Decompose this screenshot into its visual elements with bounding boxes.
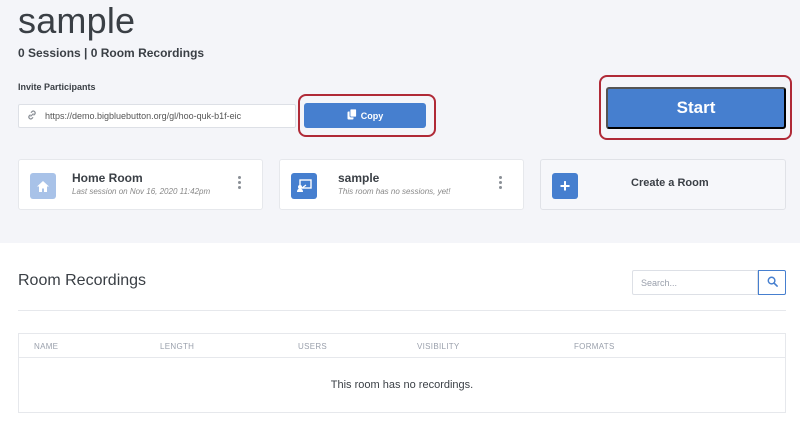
room-options-menu-icon[interactable] xyxy=(236,176,242,189)
create-room-label: Create a Room xyxy=(631,177,709,189)
room-card-subtitle: Last session on Nov 16, 2020 11:42pm xyxy=(72,187,211,196)
link-icon xyxy=(19,109,45,124)
column-header-visibility[interactable]: VISIBILITY xyxy=(417,342,460,351)
recordings-table-header: NAME LENGTH USERS VISIBILITY FORMATS xyxy=(19,334,785,358)
room-card-home[interactable]: Home Room Last session on Nov 16, 2020 1… xyxy=(18,159,263,210)
column-header-formats[interactable]: FORMATS xyxy=(574,342,615,351)
recordings-title: Room Recordings xyxy=(18,272,147,289)
start-button[interactable]: Start xyxy=(606,87,786,129)
invite-participants-label: Invite Participants xyxy=(18,82,96,92)
invite-url-field[interactable]: https://demo.bigbluebutton.org/gl/hoo-qu… xyxy=(18,104,296,128)
column-header-name[interactable]: NAME xyxy=(34,342,58,351)
empty-recordings-message: This room has no recordings. xyxy=(330,379,474,391)
home-icon xyxy=(30,173,56,199)
recordings-search-input[interactable] xyxy=(632,270,758,295)
copy-icon xyxy=(347,108,357,122)
create-room-card[interactable]: + Create a Room xyxy=(540,159,786,210)
recordings-divider xyxy=(18,310,786,311)
search-icon xyxy=(767,275,778,290)
room-card-sample[interactable]: sample This room has no sessions, yet! xyxy=(279,159,524,210)
room-card-title: sample xyxy=(338,171,380,185)
copy-button[interactable]: Copy xyxy=(304,103,426,128)
search-button[interactable] xyxy=(758,270,786,295)
room-stats: 0 Sessions | 0 Room Recordings xyxy=(18,46,205,60)
recordings-table: NAME LENGTH USERS VISIBILITY FORMATS Thi… xyxy=(18,333,786,413)
plus-icon: + xyxy=(552,173,578,199)
room-card-title: Home Room xyxy=(72,171,143,185)
column-header-length[interactable]: LENGTH xyxy=(160,342,194,351)
copy-button-label: Copy xyxy=(360,110,384,121)
room-card-subtitle: This room has no sessions, yet! xyxy=(338,187,451,196)
column-header-users[interactable]: USERS xyxy=(298,342,327,351)
presentation-icon xyxy=(291,173,317,199)
invite-url-text: https://demo.bigbluebutton.org/gl/hoo-qu… xyxy=(45,111,242,121)
page-title: sample xyxy=(18,0,136,41)
room-options-menu-icon[interactable] xyxy=(497,176,503,189)
